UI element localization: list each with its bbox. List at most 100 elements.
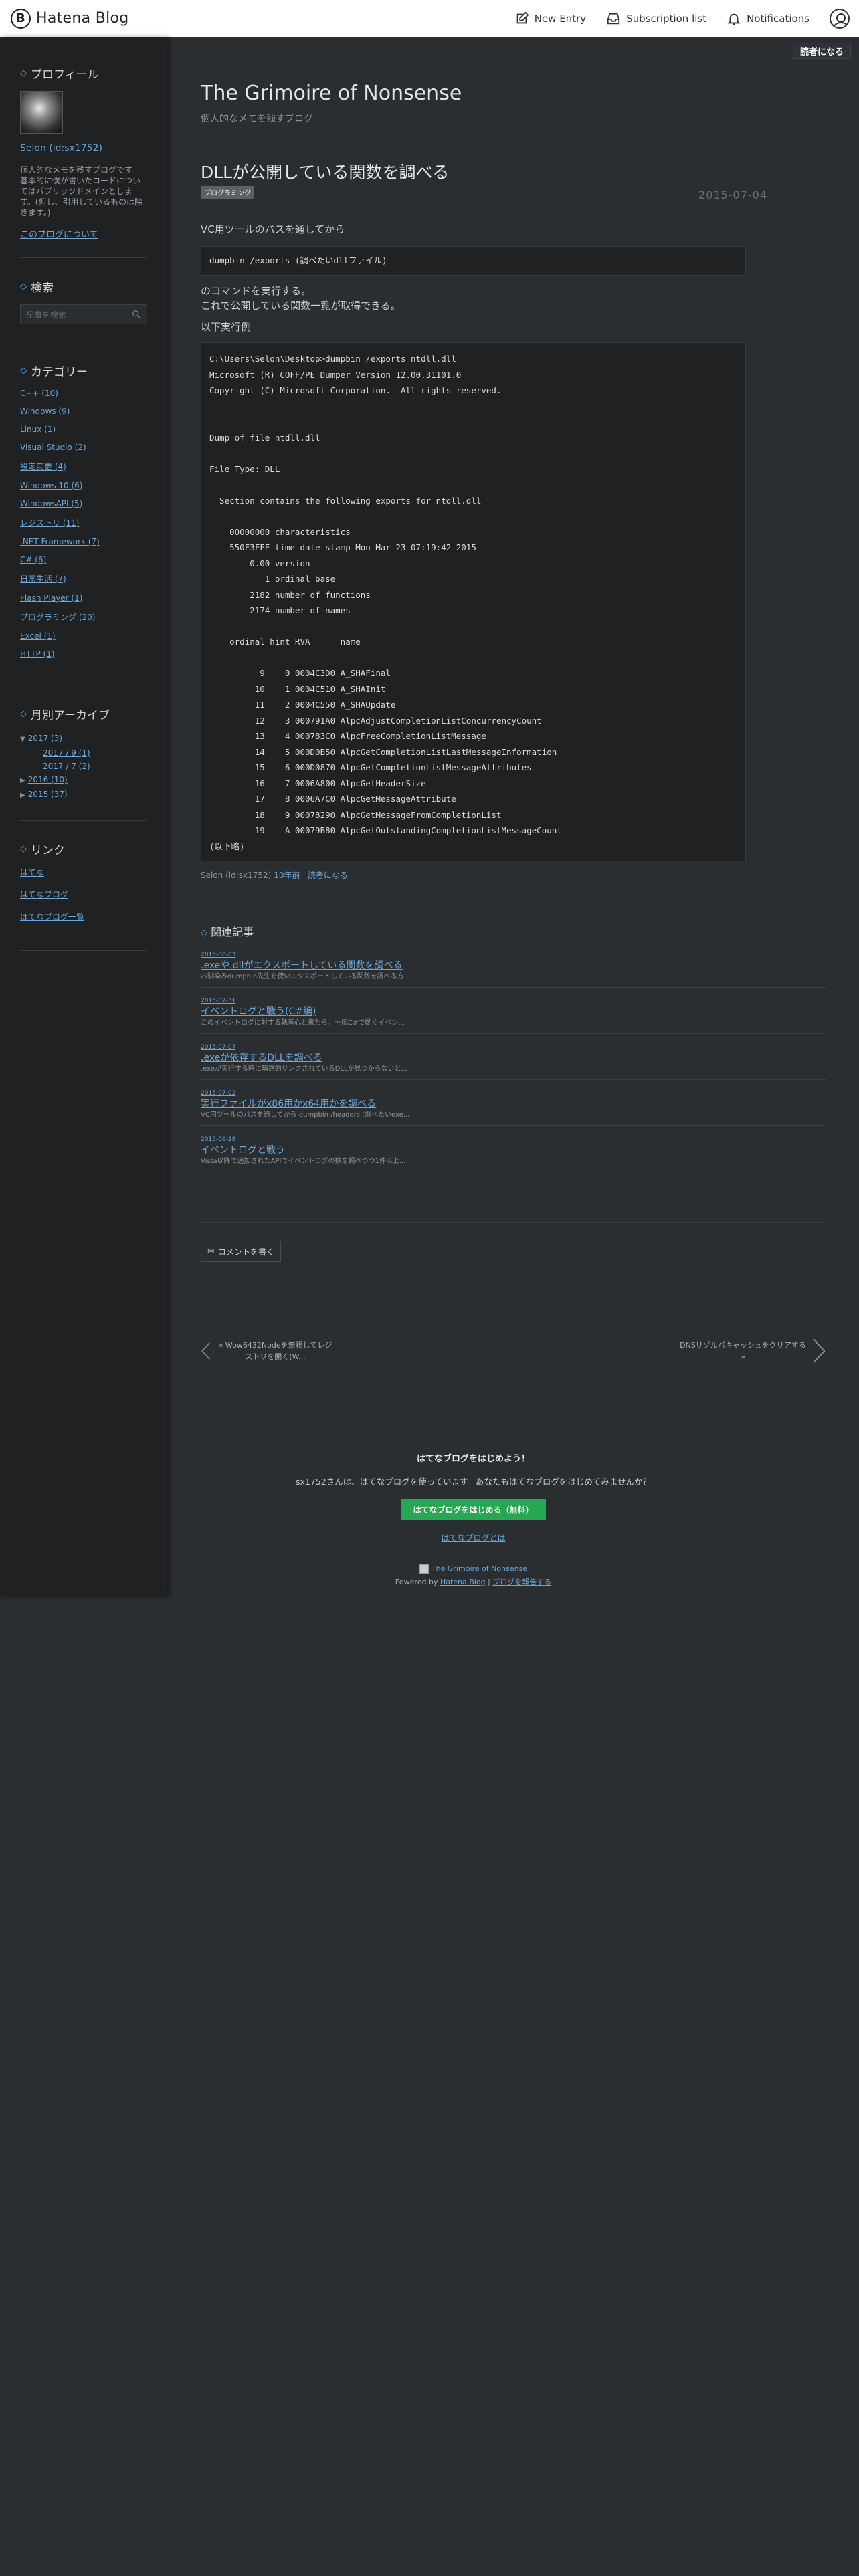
- category-heading-text: カテゴリー: [31, 366, 88, 379]
- subscription-label: Subscription list: [626, 13, 707, 25]
- triangle-down-icon[interactable]: ▼: [20, 736, 25, 743]
- category-link[interactable]: C# (6): [20, 555, 147, 564]
- comment-icon: ✉: [207, 1247, 215, 1256]
- related-date[interactable]: 2015-07-02: [201, 1089, 826, 1097]
- category-link[interactable]: 日常生活 (7): [20, 573, 147, 584]
- archive-year-2017[interactable]: ▼ 2017 (3): [20, 732, 147, 746]
- category-badge[interactable]: プログラミング: [201, 186, 254, 199]
- related-summary: Vista以降で追加されたAPIでイベントログの数を調べつつ1件以上...: [201, 1158, 406, 1165]
- category-link[interactable]: レジストリ (11): [20, 517, 147, 528]
- diamond-icon: ◇: [20, 709, 27, 719]
- entry-header: DLLが公開している関数を調べる プログラミング 2015-07-04: [201, 159, 826, 203]
- external-link[interactable]: はてな: [20, 867, 147, 878]
- category-link[interactable]: Visual Studio (2): [20, 443, 147, 452]
- search-heading: ◇ 検索: [20, 278, 147, 295]
- category-link[interactable]: Linux (1): [20, 425, 147, 434]
- related-date[interactable]: 2015-08-03: [201, 951, 826, 959]
- related-summary: このイベントログに対する執着心と来たら。一応C#で動くイベン...: [201, 1019, 405, 1027]
- notifications-button[interactable]: Notifications: [727, 11, 809, 26]
- category-link[interactable]: Windows 10 (6): [20, 481, 147, 490]
- diamond-icon: ◇: [20, 68, 27, 78]
- blog-favicon-icon: [419, 1564, 429, 1574]
- inbox-icon: [607, 13, 620, 25]
- related-title[interactable]: イベントログと戦う: [201, 1144, 826, 1157]
- archive-year-link[interactable]: 2015 (37): [28, 790, 68, 799]
- related-date[interactable]: 2015-07-31: [201, 997, 826, 1005]
- profile-avatar[interactable]: [20, 91, 63, 134]
- archive-month-link[interactable]: 2017 / 9 (1): [43, 748, 90, 758]
- chevron-right-icon[interactable]: [812, 1337, 826, 1364]
- start-blog-button[interactable]: はてなブログをはじめる（無料）: [401, 1499, 546, 1520]
- subscription-list-button[interactable]: Subscription list: [606, 11, 706, 26]
- entry-body: VC用ツールのパスを通してから dumpbin /exports (調べたいdl…: [201, 222, 746, 883]
- diamond-icon: ◇: [20, 282, 27, 292]
- entry-title[interactable]: DLLが公開している関数を調べる: [201, 159, 826, 183]
- time-ago-link[interactable]: 10年前: [274, 871, 300, 880]
- category-list: C++ (10) Windows (9) Linux (1) Visual St…: [20, 389, 147, 659]
- category-link[interactable]: Excel (1): [20, 631, 147, 641]
- related-item: 2015-08-03 .exeや.dllがエクスポートしている関数を調べる お馴…: [201, 951, 826, 988]
- related-title[interactable]: 実行ファイルがx86用かx64用かを調べる: [201, 1097, 826, 1111]
- blog-title[interactable]: The Grimoire of Nonsense: [201, 82, 826, 105]
- profile-heading: ◇ プロフィール: [20, 65, 147, 82]
- related-date[interactable]: 2015-07-07: [201, 1043, 826, 1051]
- related-heading: ◇ 関連記事: [201, 923, 826, 939]
- triangle-right-icon[interactable]: ▶: [20, 777, 25, 784]
- archive-year-link[interactable]: 2016 (10): [28, 775, 68, 784]
- footer: The Grimoire of Nonsense Powered by Hate…: [201, 1562, 746, 1589]
- profile-section: ◇ プロフィール Selon (id:sx1752) 個人的なメモを残すブログです…: [20, 65, 147, 258]
- category-link[interactable]: HTTP (1): [20, 649, 147, 659]
- footer-blog-link[interactable]: The Grimoire of Nonsense: [432, 1564, 527, 1573]
- author-name: Selon (id:sx1752): [201, 871, 272, 880]
- external-link[interactable]: はてなブログ一覧: [20, 911, 147, 922]
- user-avatar-icon[interactable]: [830, 9, 850, 29]
- profile-name-link[interactable]: Selon (id:sx1752): [20, 143, 147, 154]
- about-blog-link[interactable]: このブログについて: [20, 230, 98, 240]
- prev-entry-title[interactable]: « Wow6432Nodeを無視してレジストリを開く(W...: [216, 1339, 335, 1362]
- archive-month-link[interactable]: 2017 / 7 (2): [43, 762, 90, 771]
- related-item: 2015-07-07 .exeが依存するDLLを調べる .exeが実行する時に暗…: [201, 1043, 826, 1080]
- report-blog-link[interactable]: ブログを報告する: [492, 1578, 551, 1586]
- reader-link[interactable]: 読者になる: [308, 871, 348, 880]
- related-heading-text: 関連記事: [211, 926, 254, 938]
- subscribe-reader-button[interactable]: 読者になる: [792, 43, 851, 59]
- bell-icon: [727, 13, 741, 25]
- about-hatena-link[interactable]: はてなブログとは: [201, 1532, 746, 1543]
- new-entry-button[interactable]: New Entry: [514, 11, 586, 26]
- related-title[interactable]: .exeや.dllがエクスポートしている関数を調べる: [201, 959, 826, 972]
- powered-by-text: Powered by: [395, 1578, 438, 1586]
- external-link[interactable]: はてなブログ: [20, 889, 147, 900]
- archive-year-link[interactable]: 2017 (3): [28, 734, 62, 743]
- archive-year-2016[interactable]: ▶ 2016 (10): [20, 773, 147, 788]
- hatena-blog-link[interactable]: Hatena Blog: [440, 1578, 486, 1586]
- prev-entry-link[interactable]: « Wow6432Nodeを無視してレジストリを開く(W...: [201, 1337, 335, 1364]
- next-entry-title[interactable]: DNSリゾルバキャッシュをクリアする »: [679, 1339, 807, 1362]
- related-title[interactable]: .exeが依存するDLLを調べる: [201, 1051, 826, 1065]
- entry-date[interactable]: 2015-07-04: [698, 189, 767, 201]
- archive-section: ◇ 月別アーカイブ ▼ 2017 (3) 2017 / 9 (1) 2017 / 7…: [20, 706, 147, 821]
- category-link[interactable]: C++ (10): [20, 389, 147, 398]
- archive-heading-text: 月別アーカイブ: [31, 709, 110, 722]
- related-title[interactable]: イベントログと戦う(C#編): [201, 1005, 826, 1018]
- archive-year-2015[interactable]: ▶ 2015 (37): [20, 788, 147, 802]
- category-link[interactable]: Flash Player (1): [20, 593, 147, 603]
- category-link[interactable]: WindowsAPI (5): [20, 499, 147, 508]
- hatena-blog-logo[interactable]: B Hatena Blog: [11, 8, 129, 29]
- next-entry-link[interactable]: DNSリゾルバキャッシュをクリアする »: [679, 1337, 826, 1364]
- category-link[interactable]: プログラミング (20): [20, 611, 147, 623]
- divider: [201, 1222, 826, 1223]
- related-date[interactable]: 2015-06-28: [201, 1136, 826, 1144]
- notifications-label: Notifications: [747, 13, 809, 25]
- write-comment-button[interactable]: ✉ コメントを書く: [201, 1241, 281, 1262]
- search-input[interactable]: 記事を検索: [20, 304, 147, 324]
- category-link[interactable]: 設定変更 (4): [20, 461, 147, 472]
- edit-icon: [516, 11, 529, 24]
- archive-list: ▼ 2017 (3) 2017 / 9 (1) 2017 / 7 (2) ▶ 201…: [20, 732, 147, 802]
- promo-title: はてなブログをはじめよう！: [416, 1454, 530, 1464]
- chevron-left-icon[interactable]: [201, 1337, 211, 1364]
- footer-separator: |: [488, 1578, 490, 1586]
- triangle-right-icon[interactable]: ▶: [20, 792, 25, 799]
- search-icon[interactable]: [132, 310, 141, 319]
- category-link[interactable]: .NET Framework (7): [20, 537, 147, 546]
- category-link[interactable]: Windows (9): [20, 407, 147, 416]
